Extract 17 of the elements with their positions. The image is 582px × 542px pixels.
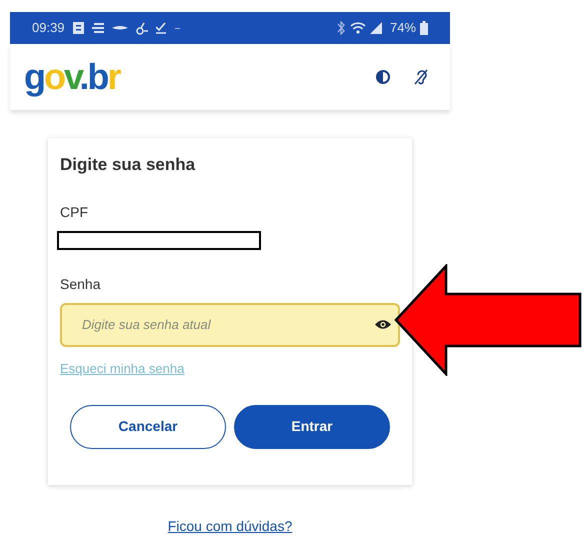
cancel-button[interactable]: Cancelar bbox=[70, 404, 226, 448]
login-button[interactable]: Entrar bbox=[234, 404, 390, 448]
status-time: 09:39 bbox=[32, 19, 65, 38]
check-icon bbox=[156, 22, 167, 34]
show-password-icon[interactable] bbox=[375, 318, 391, 330]
card-title: Digite sua senha bbox=[60, 154, 196, 176]
dash-icon bbox=[174, 26, 180, 30]
logo[interactable]: gov.br bbox=[24, 59, 120, 95]
news-icon bbox=[72, 22, 84, 34]
help-link[interactable]: Ficou com dúvidas? bbox=[168, 518, 292, 534]
password-field[interactable]: Digite sua senha atual bbox=[60, 302, 400, 346]
battery-percentage: 74% bbox=[390, 19, 416, 38]
hearing-icon[interactable] bbox=[414, 69, 428, 85]
password-label: Senha bbox=[60, 274, 102, 294]
cpf-label: CPF bbox=[60, 202, 89, 222]
contrast-icon[interactable] bbox=[376, 70, 390, 84]
battery-icon bbox=[420, 21, 428, 35]
